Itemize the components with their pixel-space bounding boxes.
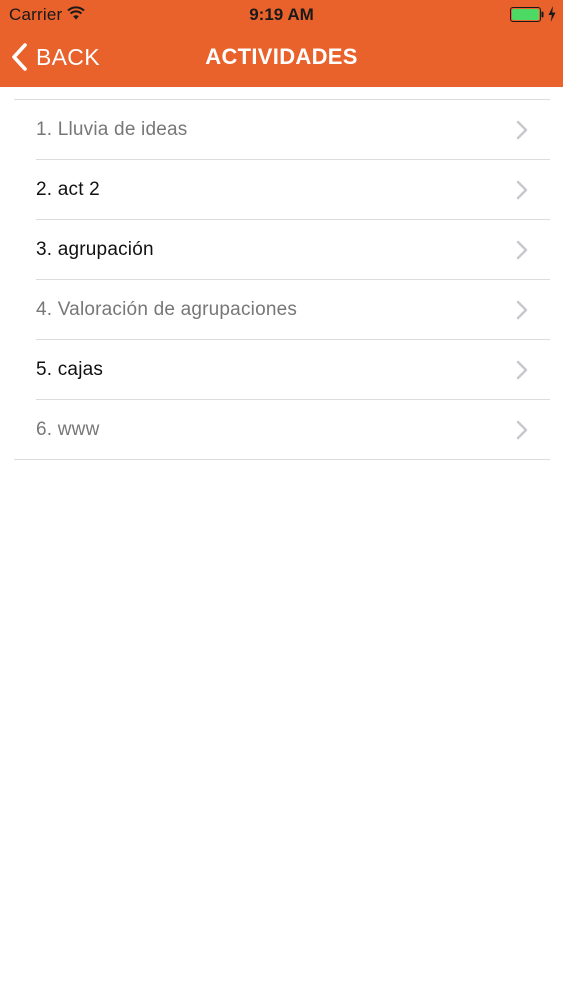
list-item-activity-5[interactable]: 5. cajas [36,340,550,400]
battery-icon [510,7,544,22]
header-bar: Carrier 9:19 AM BACK ACTIVIDADES [0,0,563,87]
list-item-activity-4[interactable]: 4. Valoración de agrupaciones [36,280,550,340]
charging-bolt-icon [548,6,556,22]
activity-list: 1. Lluvia de ideas 2. act 2 3. agrupació… [0,99,563,460]
page-title: ACTIVIDADES [205,44,358,69]
activity-label: 3. agrupación [36,239,154,260]
list-item-activity-3[interactable]: 3. agrupación [36,220,550,280]
activity-label: 1. Lluvia de ideas [36,119,188,140]
chevron-right-icon [516,180,528,200]
activity-label: 5. cajas [36,359,104,380]
status-time: 9:19 AM [249,5,314,24]
chevron-right-icon [516,240,528,260]
activity-label: 6. www [36,419,100,440]
navigation-bar: BACK ACTIVIDADES [0,30,563,87]
list-item-activity-1[interactable]: 1. Lluvia de ideas [36,100,550,160]
chevron-right-icon [516,300,528,320]
list-item-activity-6[interactable]: 6. www [14,400,550,460]
activity-label: 2. act 2 [36,179,100,200]
activity-label: 4. Valoración de agrupaciones [36,299,298,320]
chevron-right-icon [516,120,528,140]
list-item-activity-2[interactable]: 2. act 2 [36,160,550,220]
chevron-right-icon [516,360,528,380]
chevron-right-icon [516,420,528,440]
status-bar: Carrier 9:19 AM [0,0,563,30]
